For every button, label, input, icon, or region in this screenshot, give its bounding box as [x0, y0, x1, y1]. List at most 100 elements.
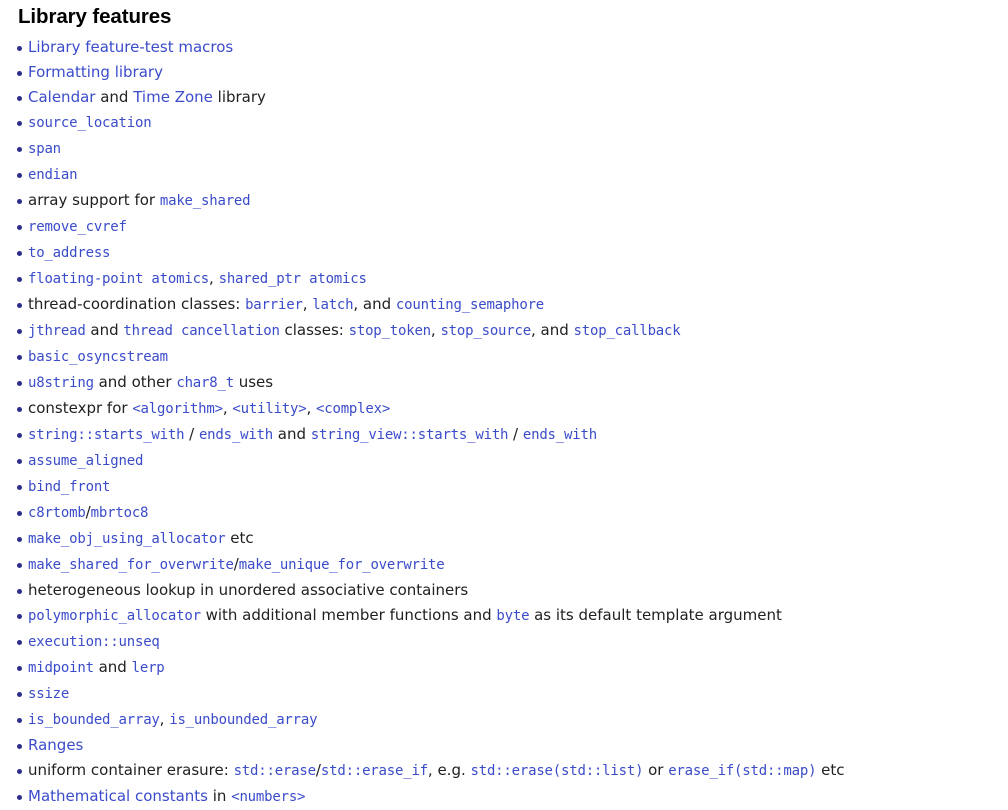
feature-link[interactable]: ends_with: [523, 427, 597, 443]
feature-text: ,: [306, 399, 317, 417]
feature-link[interactable]: string::starts_with: [28, 427, 185, 443]
feature-link[interactable]: std::erase_if: [321, 763, 428, 779]
feature-link[interactable]: counting_semaphore: [396, 297, 544, 313]
feature-link[interactable]: string_view::starts_with: [311, 427, 509, 443]
feature-text: library: [212, 88, 266, 106]
list-item: bind_front: [0, 474, 1008, 500]
feature-link[interactable]: execution::unseq: [28, 634, 160, 650]
feature-link[interactable]: <complex>: [316, 401, 390, 417]
feature-text: uses: [233, 373, 274, 391]
feature-link[interactable]: <utility>: [232, 401, 306, 417]
feature-link[interactable]: endian: [28, 167, 78, 183]
list-item: is_bounded_array, is_unbounded_array: [0, 707, 1008, 733]
feature-link[interactable]: Time Zone: [133, 88, 213, 106]
feature-link[interactable]: byte: [496, 608, 529, 624]
feature-text: ,: [302, 295, 313, 313]
feature-text: ,: [159, 710, 170, 728]
list-item: make_obj_using_allocator etc: [0, 526, 1008, 552]
feature-link[interactable]: shared_ptr atomics: [219, 271, 367, 287]
feature-link[interactable]: assume_aligned: [28, 453, 143, 469]
feature-link[interactable]: Ranges: [28, 736, 83, 754]
feature-link[interactable]: Library feature-test macros: [28, 38, 233, 56]
feature-link[interactable]: jthread: [28, 323, 86, 339]
feature-text: in: [208, 787, 232, 805]
feature-link[interactable]: ends_with: [199, 427, 273, 443]
feature-link[interactable]: latch: [312, 297, 353, 313]
feature-text: etc: [816, 761, 845, 779]
feature-text: , and: [353, 295, 396, 313]
list-item: Formatting library: [0, 60, 1008, 85]
list-item: execution::unseq: [0, 629, 1008, 655]
feature-link[interactable]: is_bounded_array: [28, 712, 160, 728]
feature-link[interactable]: Mathematical constants: [28, 787, 208, 805]
feature-link[interactable]: remove_cvref: [28, 219, 127, 235]
list-item: endian: [0, 162, 1008, 188]
feature-text: thread-coordination classes:: [28, 295, 246, 313]
feature-text: and: [93, 658, 132, 676]
list-item: span: [0, 136, 1008, 162]
feature-link[interactable]: std::erase: [234, 763, 316, 779]
list-item: uniform container erasure: std::erase/st…: [0, 758, 1008, 784]
feature-link[interactable]: stop_callback: [574, 323, 681, 339]
feature-text: heterogeneous lookup in unordered associ…: [28, 581, 469, 599]
feature-link[interactable]: Calendar: [28, 88, 95, 106]
feature-link[interactable]: stop_token: [349, 323, 431, 339]
list-item: thread-coordination classes: barrier, la…: [0, 292, 1008, 318]
feature-link[interactable]: u8string: [28, 375, 94, 391]
feature-link[interactable]: mbrtoc8: [91, 505, 149, 521]
feature-link[interactable]: lerp: [132, 660, 165, 676]
page-content: Library features Library feature-test ma…: [0, 0, 1008, 810]
feature-link[interactable]: c8rtomb: [28, 505, 86, 521]
feature-text: and: [85, 321, 124, 339]
feature-link[interactable]: polymorphic_allocator: [28, 608, 201, 624]
list-item: source_location: [0, 110, 1008, 136]
feature-link[interactable]: barrier: [245, 297, 303, 313]
feature-link[interactable]: basic_osyncstream: [28, 349, 168, 365]
list-item: array support for make_shared: [0, 188, 1008, 214]
feature-link[interactable]: floating-point atomics: [28, 271, 209, 287]
feature-link[interactable]: is_unbounded_array: [169, 712, 317, 728]
list-item: Mathematical constants in <numbers>: [0, 784, 1008, 810]
list-item: ssize: [0, 681, 1008, 707]
feature-link[interactable]: span: [28, 141, 61, 157]
list-item: make_shared_for_overwrite/make_unique_fo…: [0, 552, 1008, 578]
feature-link[interactable]: <numbers>: [231, 789, 305, 805]
feature-link[interactable]: stop_source: [440, 323, 531, 339]
list-item: string::starts_with / ends_with and stri…: [0, 422, 1008, 448]
feature-link[interactable]: make_shared_for_overwrite: [28, 557, 234, 573]
list-item: u8string and other char8_t uses: [0, 370, 1008, 396]
feature-link[interactable]: make_obj_using_allocator: [28, 531, 226, 547]
list-item: Calendar and Time Zone library: [0, 85, 1008, 110]
feature-link[interactable]: erase_if(std::map): [668, 763, 816, 779]
list-item: heterogeneous lookup in unordered associ…: [0, 578, 1008, 603]
feature-link[interactable]: thread cancellation: [123, 323, 280, 339]
feature-link[interactable]: ssize: [28, 686, 69, 702]
feature-link[interactable]: char8_t: [176, 375, 234, 391]
feature-text: as its default template argument: [529, 606, 782, 624]
list-item: jthread and thread cancellation classes:…: [0, 318, 1008, 344]
feature-link[interactable]: bind_front: [28, 479, 110, 495]
list-item: Ranges: [0, 733, 1008, 758]
feature-text: uniform container erasure:: [28, 761, 234, 779]
list-item: basic_osyncstream: [0, 344, 1008, 370]
feature-link[interactable]: to_address: [28, 245, 110, 261]
list-item: midpoint and lerp: [0, 655, 1008, 681]
feature-text: constexpr for: [28, 399, 133, 417]
feature-link[interactable]: make_shared: [160, 193, 251, 209]
feature-link[interactable]: std::erase(std::list): [471, 763, 644, 779]
feature-text: and: [273, 425, 311, 443]
feature-link[interactable]: source_location: [28, 115, 152, 131]
feature-text: /: [508, 425, 523, 443]
feature-text: with additional member functions and: [200, 606, 497, 624]
feature-link[interactable]: Formatting library: [28, 63, 163, 81]
feature-text: ,: [222, 399, 233, 417]
page-title: Library features: [18, 5, 172, 28]
feature-link[interactable]: <algorithm>: [132, 401, 223, 417]
feature-text: and other: [93, 373, 177, 391]
feature-link[interactable]: make_unique_for_overwrite: [239, 557, 445, 573]
feature-link[interactable]: midpoint: [28, 660, 94, 676]
feature-text: and: [95, 88, 134, 106]
list-item: Library feature-test macros: [0, 35, 1008, 60]
feature-text: array support for: [28, 191, 160, 209]
feature-text: or: [643, 761, 669, 779]
